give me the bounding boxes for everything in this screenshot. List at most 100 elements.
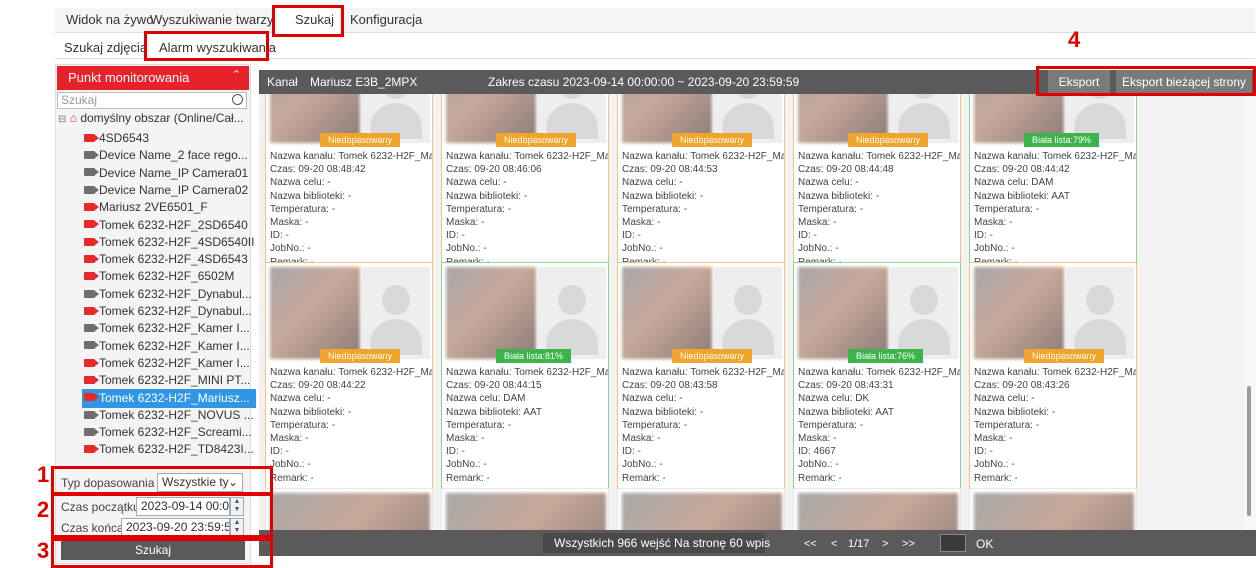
tree-device-item[interactable]: Tomek 6232-H2F_NOVUS ... [84,406,254,425]
tree-device-item[interactable]: Tomek 6232-H2F_Kamer I... [84,337,250,356]
last-page-button[interactable]: >> [902,536,915,552]
tree-device-item[interactable]: Tomek 6232-H2F_6502M [84,267,234,286]
snapshot-thumbnail[interactable]: Niedopasowany [618,94,784,147]
card-field-channel: Nazwa kanału: Tomek 6232-H2F_Mar [974,151,1137,162]
result-card[interactable]: Biała lista:81% Nazwa kanału: Tomek 6232-… [441,262,609,490]
card-field-mask: Maska: - [446,432,485,444]
result-card[interactable]: Niedopasowany Nazwa kanału: Tomek 6232-H2… [265,262,433,490]
tab-face-search[interactable]: Wyszukiwanie twarzy [150,12,273,27]
ok-button[interactable]: OK [976,536,993,552]
tree-device-item[interactable]: Tomek 6232-H2F_4SD6540II [84,233,254,252]
tree-device-item[interactable]: Device Name_2 face rego... [84,146,248,165]
snapshot-thumbnail[interactable]: Niedopasowany [442,94,608,147]
card-field-job: JobNo.: - [974,459,1015,471]
page-input[interactable] [940,534,966,552]
snapshot-thumbnail[interactable]: Niedopasowany [266,263,432,363]
camera-icon [84,324,99,333]
snapshot-thumbnail[interactable]: Niedopasowany [794,94,960,147]
vertical-scrollbar[interactable] [1244,94,1256,530]
highlight-alarm-tab [144,31,269,61]
tree-device-item[interactable]: Tomek 6232-H2F_Dynabul... [84,302,252,321]
card-field-time: Czas: 09-20 08:43:26 [974,380,1070,392]
tree-device-item[interactable]: Tomek 6232-H2F_2SD6540 [84,216,248,235]
card-field-time: Czas: 09-20 08:44:53 [622,164,718,176]
card-field-temp: Temperatura: - [622,419,688,431]
tree-device-item[interactable]: Device Name_IP Camera01 [84,164,248,183]
tab-configuration[interactable]: Konfiguracja [350,12,422,27]
scrollbar-thumb[interactable] [1247,386,1251,516]
card-field-channel: Nazwa kanału: Tomek 6232-H2F_Mar [622,151,785,162]
next-page-button[interactable]: > [882,536,888,552]
snapshot-thumbnail[interactable]: Biała lista:76% [794,263,960,363]
result-card[interactable]: Biała lista:76% Nazwa kanału: Tomek 6232-… [793,262,961,490]
card-field-target: Nazwa celu: - [270,177,331,189]
card-field-id: ID: - [446,230,465,242]
card-field-id: ID: - [798,230,817,242]
highlight-time-range [51,492,273,538]
card-info: Nazwa kanału: Tomek 6232-H2F_Mar Czas: 09… [974,150,1137,269]
tree-device-label: Device Name_IP Camera02 [99,182,249,197]
card-field-job: JobNo.: - [270,243,311,255]
tree-device-item[interactable]: Tomek 6232-H2F_Kamer I... [84,354,250,373]
tree-device-item[interactable]: Tomek 6232-H2F_4SD6543 [84,250,248,269]
card-field-time: Czas: 09-20 08:48:42 [270,164,366,176]
card-info: Nazwa kanału: Tomek 6232-H2F_Mar Czas: 09… [622,366,784,485]
card-info: Nazwa kanału: Tomek 6232-H2F_Mar Czas: 09… [446,366,608,485]
result-card-partial[interactable] [793,488,961,530]
tree-device-item[interactable]: Tomek 6232-H2F_Dynabul... [84,285,252,304]
face-snapshot [622,493,782,530]
tree-device-item[interactable]: Tomek 6232-H2F_MINI PT... [84,371,250,390]
card-field-target: Nazwa celu: - [798,177,859,189]
card-field-target: Nazwa celu: DK [798,393,870,405]
time-range: Zakres czasu 2023-09-14 00:00:00 ~ 2023-… [488,75,800,89]
tree-device-item[interactable]: Device Name_IP Camera02 [84,181,248,200]
tree-search-box[interactable]: Szukaj [57,92,247,109]
tree-device-item[interactable]: Tomek 6232-H2F_Mariusz... [82,388,256,408]
person-head-icon [558,94,586,99]
person-head-icon [382,94,410,99]
tree-device-item[interactable]: Tomek 6232-H2F_Screami... [84,423,252,442]
collapse-icon[interactable]: ⊟ [58,114,66,125]
card-field-time: Czas: 09-20 08:46:06 [446,164,542,176]
reference-photo-placeholder [714,267,782,359]
result-card-partial[interactable] [969,488,1137,530]
annotation-1: 1 [37,462,50,487]
tree-device-item[interactable]: Tomek 6232-H2F_Kamer I... [84,319,250,338]
prev-page-button[interactable]: < [831,536,837,552]
card-field-channel: Nazwa kanału: Tomek 6232-H2F_Mar [270,367,433,378]
tree-device-label: Mariusz 2VE6501_F [99,200,208,215]
tab-live-view[interactable]: Widok na żywo [66,12,153,27]
face-snapshot [974,493,1134,530]
result-card-partial[interactable] [617,488,785,530]
snapshot-thumbnail[interactable]: Niedopasowany [266,94,432,147]
snapshot-thumbnail[interactable]: Biała lista:81% [442,263,608,363]
person-head-icon [558,285,586,315]
card-field-remark: Remark: - [974,472,1018,484]
card-field-library: Nazwa biblioteki: - [270,406,352,418]
face-snapshot [974,267,1064,359]
snapshot-thumbnail[interactable]: Niedopasowany [618,263,784,363]
card-info: Nazwa kanału: Tomek 6232-H2F_Mar Czas: 09… [270,150,432,269]
tree-device-item[interactable]: Mariusz 2VE6501_F [84,198,208,217]
tree-device-label: Tomek 6232-H2F_2SD6540 [99,217,248,232]
snapshot-thumbnail[interactable]: Biała lista:79% [970,94,1136,147]
person-head-icon [734,285,762,315]
first-page-button[interactable]: << [804,536,817,552]
result-card-partial[interactable] [265,488,433,530]
snapshot-thumbnail[interactable]: Niedopasowany [970,263,1136,363]
result-card-partial[interactable] [441,488,609,530]
card-field-target: Nazwa celu: - [974,393,1035,405]
chevron-up-icon[interactable]: ⌃ [232,68,241,81]
tree-device-label: Device Name_2 face rego... [99,148,248,163]
card-field-temp: Temperatura: - [622,203,688,215]
tree-device-item[interactable]: Tomek 6232-H2F_TD8423I... [84,440,254,459]
camera-icon [84,168,99,177]
tree-device-item[interactable]: 4SD6543 [84,129,149,148]
monitoring-point-header[interactable]: Punkt monitorowania ⌃ [57,66,249,90]
result-card[interactable]: Niedopasowany Nazwa kanału: Tomek 6232-H2… [617,262,785,490]
subtab-photo-search[interactable]: Szukaj zdjęcia [64,40,147,55]
result-card[interactable]: Niedopasowany Nazwa kanału: Tomek 6232-H2… [969,262,1137,490]
tree-area-node[interactable]: ⊟ ⌂ domyślny obszar (Online/Cał... [58,109,244,128]
search-icon[interactable] [232,94,243,105]
page-indicator: 1/17 [848,538,870,550]
